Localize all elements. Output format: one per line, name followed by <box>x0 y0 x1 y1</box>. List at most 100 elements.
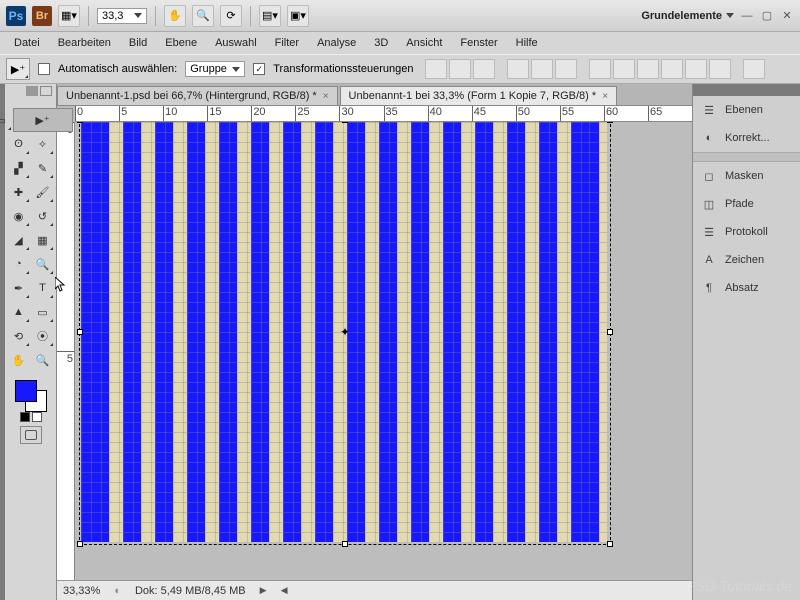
chevron-down-icon <box>232 67 240 72</box>
paths-icon: ◫ <box>701 196 717 212</box>
character-icon: A <box>701 252 717 268</box>
align-bottom-icon[interactable] <box>473 59 495 79</box>
menu-window[interactable]: Fenster <box>452 35 505 51</box>
foreground-color-swatch[interactable] <box>15 380 37 402</box>
hand-tool[interactable]: ✋ <box>7 348 31 372</box>
menu-analyze[interactable]: Analyse <box>309 35 364 51</box>
menubar: Datei Bearbeiten Bild Ebene Auswahl Filt… <box>0 32 800 54</box>
crop-tool[interactable]: ▞ <box>7 156 31 180</box>
menu-select[interactable]: Auswahl <box>207 35 265 51</box>
panel-character[interactable]: AZeichen <box>693 246 800 274</box>
color-swatches[interactable] <box>13 378 49 414</box>
ruler-vertical[interactable]: 0 5 <box>57 122 75 580</box>
eyedropper-tool[interactable]: ✎ <box>31 156 55 180</box>
status-zoom[interactable]: 33,33% <box>63 585 100 597</box>
artwork <box>81 122 609 542</box>
align-top-icon[interactable] <box>425 59 447 79</box>
eraser-tool[interactable]: ◢ <box>7 228 31 252</box>
menu-layer[interactable]: Ebene <box>157 35 205 51</box>
menu-edit[interactable]: Bearbeiten <box>50 35 119 51</box>
document-tab-1[interactable]: Unbenannt-1.psd bei 66,7% (Hintergrund, … <box>57 86 338 105</box>
distribute-right-icon[interactable] <box>709 59 731 79</box>
move-tool-indicator[interactable]: ▶⁺ <box>6 58 30 80</box>
move-tool[interactable]: ▶⁺ <box>13 108 73 132</box>
minimize-button[interactable]: — <box>740 9 754 23</box>
panel-layers[interactable]: ☰Ebenen <box>693 96 800 124</box>
distribute-top-icon[interactable] <box>589 59 611 79</box>
maximize-button[interactable]: ▢ <box>760 9 774 23</box>
zoom-tool-icon[interactable]: 🔍 <box>192 5 214 27</box>
layers-icon: ☰ <box>701 102 717 118</box>
ruler-horizontal[interactable]: 05101520253035404550556065 <box>75 106 692 122</box>
panel-drag-handle[interactable] <box>693 84 800 96</box>
3d-camera-tool[interactable]: ⦿ <box>31 324 55 348</box>
pen-tool[interactable]: ✒ <box>7 276 31 300</box>
panel-adjustments[interactable]: ◐Korrekt... <box>693 124 800 152</box>
status-arrow-icon[interactable]: ▶ <box>260 585 267 596</box>
menu-image[interactable]: Bild <box>121 35 155 51</box>
docs-dropdown[interactable]: ▦▾ <box>58 5 80 27</box>
adjustments-icon: ◐ <box>701 130 717 146</box>
gradient-tool[interactable]: ▦ <box>31 228 55 252</box>
scroll-left-icon[interactable]: ◀ <box>281 585 288 596</box>
chevron-down-icon <box>726 13 734 18</box>
canvas[interactable]: ✦ <box>75 122 692 580</box>
zoom-select[interactable]: 33,3 <box>97 8 147 24</box>
align-hcenter-icon[interactable] <box>531 59 553 79</box>
dodge-tool[interactable]: 🔍 <box>31 252 55 276</box>
quick-mask-button[interactable] <box>20 426 42 444</box>
distribute-bottom-icon[interactable] <box>637 59 659 79</box>
status-doc-size[interactable]: Dok: 5,49 MB/8,45 MB <box>135 585 246 597</box>
type-tool[interactable]: T <box>31 276 55 300</box>
lasso-tool[interactable]: ʘ <box>7 132 31 156</box>
panel-masks[interactable]: ◻Masken <box>693 162 800 190</box>
stamp-tool[interactable]: ◉ <box>7 204 31 228</box>
document-tab-2[interactable]: Unbenannt-1 bei 33,3% (Form 1 Kopie 7, R… <box>340 86 617 105</box>
right-panels: ☰Ebenen ◐Korrekt... ◻Masken ◫Pfade ☰Prot… <box>692 84 800 600</box>
close-icon[interactable]: × <box>602 91 608 102</box>
screen-mode-icon[interactable]: ▣▾ <box>287 5 309 27</box>
distribute-vcenter-icon[interactable] <box>613 59 635 79</box>
transform-label: Transformationssteuerungen <box>273 63 413 75</box>
magic-wand-tool[interactable]: ✧ <box>31 132 55 156</box>
distribute-left-icon[interactable] <box>661 59 683 79</box>
close-icon[interactable]: × <box>323 91 329 102</box>
rotate-view-icon[interactable]: ⟳ <box>220 5 242 27</box>
panel-paragraph[interactable]: ¶Absatz <box>693 274 800 302</box>
tools-expand-icon[interactable] <box>40 86 52 96</box>
blur-tool[interactable]: ◔ <box>7 252 31 276</box>
panel-history[interactable]: ☰Protokoll <box>693 218 800 246</box>
marquee-tool[interactable]: ▭ <box>0 108 13 132</box>
close-button[interactable]: ✕ <box>780 9 794 23</box>
paragraph-icon: ¶ <box>701 280 717 296</box>
workspace-select[interactable]: Grundelemente <box>641 10 734 22</box>
auto-align-icon[interactable] <box>743 59 765 79</box>
zoom-tool[interactable]: 🔍 <box>31 348 55 372</box>
align-right-icon[interactable] <box>555 59 577 79</box>
shape-tool[interactable]: ▭ <box>31 300 55 324</box>
transform-checkbox[interactable] <box>253 63 265 75</box>
healing-tool[interactable]: ✚ <box>7 180 31 204</box>
br-logo-icon[interactable]: Br <box>32 6 52 26</box>
menu-file[interactable]: Datei <box>6 35 48 51</box>
align-left-icon[interactable] <box>507 59 529 79</box>
panel-paths[interactable]: ◫Pfade <box>693 190 800 218</box>
menu-view[interactable]: Ansicht <box>398 35 450 51</box>
menu-3d[interactable]: 3D <box>366 35 396 51</box>
distribute-hcenter-icon[interactable] <box>685 59 707 79</box>
brush-tool[interactable]: 🖌 <box>31 180 55 204</box>
align-vcenter-icon[interactable] <box>449 59 471 79</box>
path-select-tool[interactable]: ▲ <box>7 300 31 324</box>
arrange-docs-icon[interactable]: ▤▾ <box>259 5 281 27</box>
history-brush-tool[interactable]: ↺ <box>31 204 55 228</box>
menu-help[interactable]: Hilfe <box>508 35 546 51</box>
ps-logo-icon: Ps <box>6 6 26 26</box>
chevron-down-icon <box>134 13 142 18</box>
autoselect-checkbox[interactable] <box>38 63 50 75</box>
tools-collapse-icon[interactable] <box>26 86 38 96</box>
autoselect-label: Automatisch auswählen: <box>58 63 177 75</box>
autoselect-target-select[interactable]: Gruppe <box>185 61 245 77</box>
menu-filter[interactable]: Filter <box>267 35 307 51</box>
3d-rotate-tool[interactable]: ⟲ <box>7 324 31 348</box>
hand-tool-icon[interactable]: ✋ <box>164 5 186 27</box>
